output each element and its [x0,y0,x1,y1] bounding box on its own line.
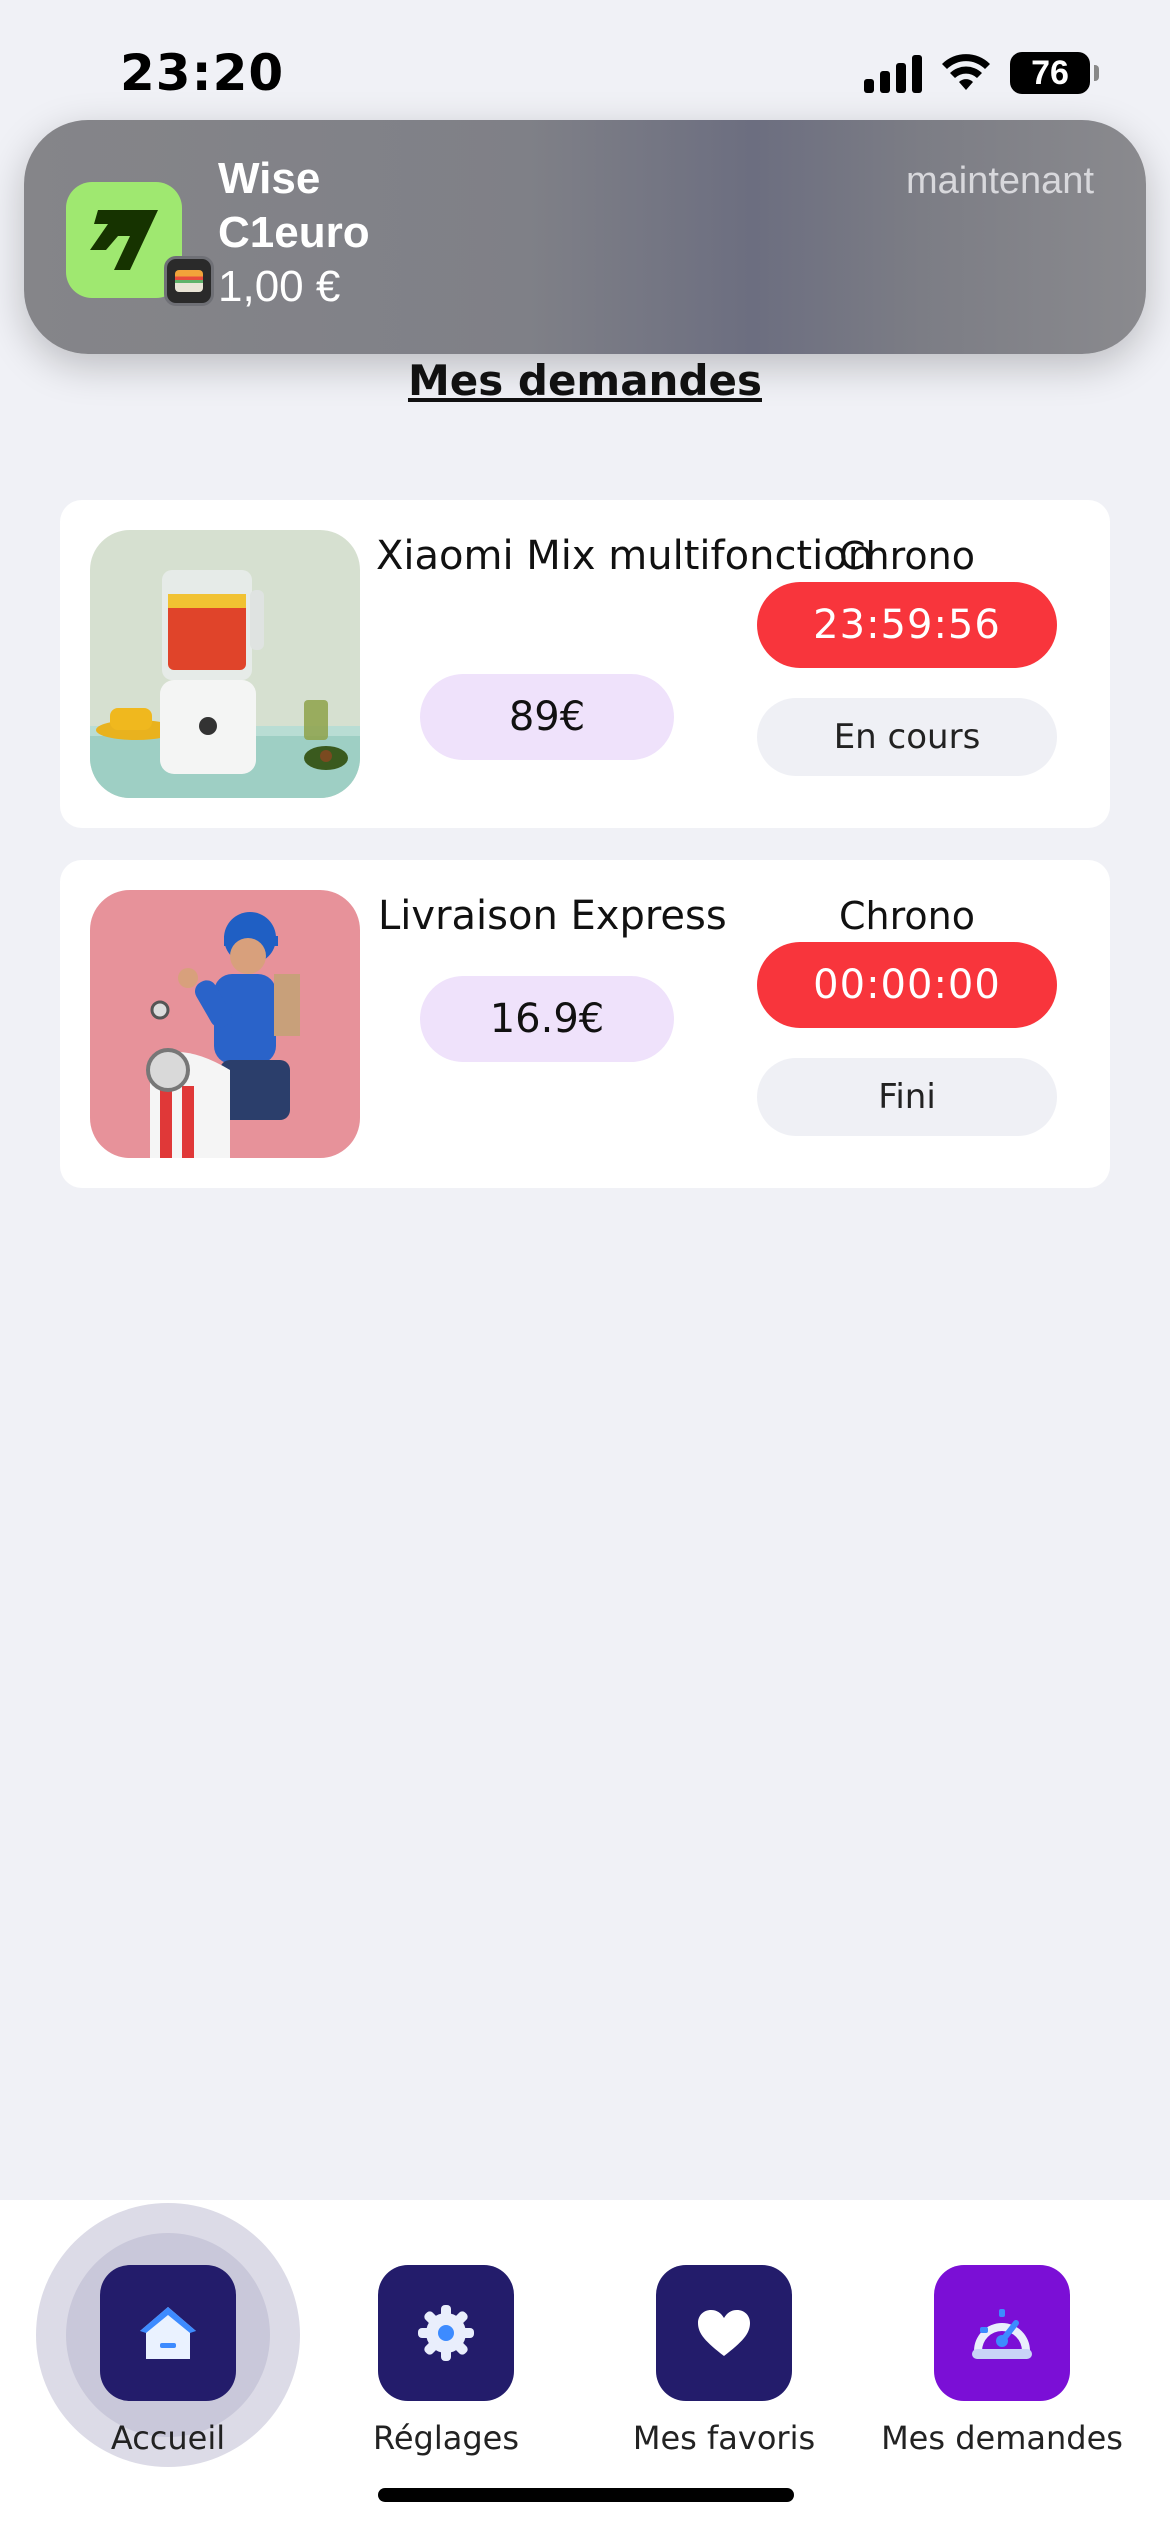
price-badge: 16.9€ [420,976,674,1062]
gear-icon [418,2305,474,2361]
nav-item-reglages[interactable]: Réglages [306,2265,586,2457]
chrono-timer: 23:59:56 [757,582,1057,668]
notification-app-name: Wise [218,154,321,203]
wifi-icon [942,54,990,90]
settings-button[interactable] [378,2265,514,2401]
screen: 23:20 76 Wise C1euro 1,00 € maintenant M… [0,0,1170,2532]
nav-label-demandes: Mes demandes [881,2419,1123,2457]
chrono-timer: 00:00:00 [757,942,1057,1028]
nav-label-favoris: Mes favoris [632,2419,816,2457]
heart-icon [698,2310,750,2356]
wise-logo-icon [90,210,158,270]
nav-label-reglages: Réglages [373,2419,519,2457]
favorites-button[interactable] [656,2265,792,2401]
status-icons: 76 [864,52,1099,94]
status-time: 23:20 [120,44,285,102]
request-card[interactable]: Xiaomi Mix multifonction 89€ Chrono 23:5… [60,500,1110,828]
nav-label-accueil: Accueil [110,2419,226,2457]
nav-item-demandes[interactable]: Mes demandes [862,2265,1142,2457]
battery-icon: 76 [1010,52,1099,94]
status-button[interactable]: Fini [757,1058,1057,1136]
page-title: Mes demandes [407,356,762,405]
chrono-label: Chrono [839,534,975,578]
price-badge: 89€ [420,674,674,760]
request-card[interactable]: Livraison Express 16.9€ Chrono 00:00:00 … [60,860,1110,1188]
product-name: Livraison Express [378,893,727,939]
home-indicator [378,2488,794,2502]
product-image-blender [90,530,360,798]
notification-title: C1euro [218,208,370,257]
battery-level: 76 [1031,53,1069,92]
notification-body: 1,00 € [218,262,341,311]
wallet-badge-icon [164,256,214,306]
nav-item-accueil[interactable]: Accueil [28,2265,308,2457]
notification-banner[interactable]: Wise C1euro 1,00 € maintenant [24,120,1146,354]
speedometer-icon [972,2309,1032,2359]
home-icon [140,2307,196,2359]
home-button[interactable] [100,2265,236,2401]
requests-button[interactable] [934,2265,1070,2401]
chrono-label: Chrono [839,894,975,938]
notification-time: maintenant [905,160,1094,202]
cellular-signal-icon [864,53,922,93]
nav-item-favoris[interactable]: Mes favoris [584,2265,864,2457]
status-button[interactable]: En cours [757,698,1057,776]
product-image-delivery [90,890,360,1158]
